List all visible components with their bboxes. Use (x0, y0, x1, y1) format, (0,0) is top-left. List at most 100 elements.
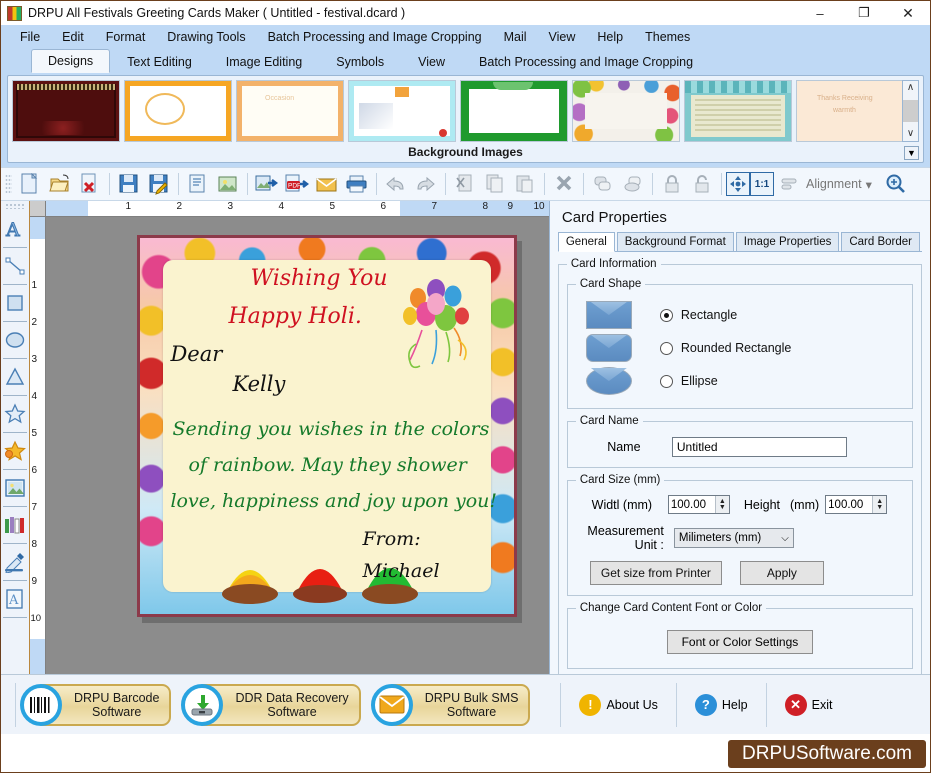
spin-down-icon[interactable]: ▼ (719, 504, 726, 511)
fit-page-icon[interactable] (726, 172, 750, 196)
card-line-recipient[interactable]: Kelly (232, 372, 285, 396)
exit-button[interactable]: ✕ Exit (775, 693, 843, 716)
shape-option-rounded-rectangle[interactable]: Rounded Rectangle (576, 334, 904, 362)
export-text-icon[interactable] (183, 170, 213, 198)
close-document-icon[interactable] (75, 170, 105, 198)
picture-tool-icon[interactable] (2, 470, 28, 506)
toolbar-grip[interactable] (5, 174, 12, 194)
font-or-color-settings-button[interactable]: Font or Color Settings (666, 630, 814, 654)
ellipse-tool-icon[interactable] (2, 322, 28, 358)
print-icon[interactable] (342, 170, 372, 198)
tab-card-border[interactable]: Card Border (841, 232, 920, 251)
tab-designs[interactable]: Designs (31, 49, 111, 73)
rectangle-tool-icon[interactable] (2, 285, 28, 321)
width-input[interactable] (668, 496, 715, 513)
scroll-up-icon[interactable]: ∧ (907, 81, 914, 95)
chevron-down-icon[interactable]: ▾ (864, 177, 874, 192)
barcode-tool-icon[interactable] (2, 507, 28, 543)
card-line-body2[interactable]: of rainbow. May they shower (188, 454, 466, 476)
tab-symbols[interactable]: Symbols (319, 50, 401, 73)
export-image-icon[interactable] (213, 170, 243, 198)
watermark-tool-icon[interactable]: A (2, 581, 28, 617)
spin-down-icon[interactable]: ▼ (876, 504, 883, 511)
actual-size-icon[interactable]: 1:1 (750, 172, 774, 196)
lock-icon[interactable] (657, 170, 687, 198)
thumbnail-green-frame[interactable] (460, 80, 568, 142)
measurement-unit-select[interactable]: Milimeters (mm) ⌵ (673, 528, 794, 548)
menu-edit[interactable]: Edit (51, 27, 95, 47)
gallery-collapse-button[interactable]: ▼ (904, 146, 919, 160)
width-stepper-arrows[interactable]: ▲ ▼ (714, 496, 729, 513)
width-stepper[interactable]: ▲ ▼ (667, 495, 730, 514)
export-picture-icon[interactable] (252, 170, 282, 198)
redo-icon[interactable] (411, 170, 441, 198)
tab-text-editing[interactable]: Text Editing (110, 50, 209, 73)
thumbnail-orange-floral[interactable] (124, 80, 232, 142)
export-pdf-icon[interactable]: PDF (282, 170, 312, 198)
get-size-from-printer-button[interactable]: Get size from Printer (589, 561, 722, 585)
apply-button[interactable]: Apply (739, 561, 824, 585)
star-tool-icon[interactable] (2, 396, 28, 432)
card-line-wishing[interactable]: Wishing You (250, 266, 387, 291)
text-tool-icon[interactable]: A (2, 211, 28, 247)
radio-rectangle[interactable] (659, 308, 673, 322)
save-icon[interactable] (114, 170, 144, 198)
tools-grip[interactable] (5, 203, 26, 209)
unlock-icon[interactable] (687, 170, 717, 198)
shape-option-ellipse[interactable]: Ellipse (576, 367, 904, 395)
tab-image-editing[interactable]: Image Editing (209, 50, 319, 73)
alignment-icon[interactable] (774, 170, 804, 198)
close-icon[interactable]: ✕ (886, 1, 930, 25)
zoom-icon[interactable] (880, 170, 910, 198)
thumbnail-cyan-card[interactable] (348, 80, 456, 142)
promo-ddr-data-recovery[interactable]: DDR Data Recovery Software (181, 683, 361, 726)
undo-icon[interactable] (381, 170, 411, 198)
cut-icon[interactable] (450, 170, 480, 198)
tab-batch-processing[interactable]: Batch Processing and Image Cropping (462, 50, 710, 73)
menu-view[interactable]: View (538, 27, 587, 47)
scroll-down-icon[interactable]: ∨ (907, 127, 914, 141)
tab-general[interactable]: General (557, 232, 615, 252)
design-canvas[interactable]: 1 2 3 4 5 6 7 8 9 10 1 2 3 4 5 6 7 8 9 1… (30, 201, 549, 674)
thumbnail-peach-border[interactable]: Occasion (236, 80, 344, 142)
card-line-from[interactable]: From: (362, 528, 420, 550)
paste-icon[interactable] (510, 170, 540, 198)
card-line-body3[interactable]: love, happiness and joy upon you! (170, 490, 497, 512)
thumbnail-floral-wreath[interactable] (572, 80, 680, 142)
card-line-body1[interactable]: Sending you wishes in the colors (172, 418, 489, 440)
open-folder-icon[interactable] (45, 170, 75, 198)
about-us-button[interactable]: ! About Us (569, 693, 667, 716)
thumbnail-dark-maroon[interactable] (12, 80, 120, 142)
radio-ellipse[interactable] (659, 374, 673, 388)
new-icon[interactable] (15, 170, 45, 198)
menu-format[interactable]: Format (95, 27, 157, 47)
card-line-holi[interactable]: Happy Holi. (228, 304, 361, 329)
menu-file[interactable]: File (9, 27, 51, 47)
save-as-icon[interactable] (144, 170, 174, 198)
menu-drawing-tools[interactable]: Drawing Tools (156, 27, 256, 47)
card-line-dear[interactable]: Dear (170, 342, 222, 366)
height-input[interactable] (826, 496, 873, 513)
menu-mail[interactable]: Mail (493, 27, 538, 47)
menu-themes[interactable]: Themes (634, 27, 701, 47)
bring-front-icon[interactable] (588, 170, 618, 198)
tab-view[interactable]: View (401, 50, 462, 73)
pen-tool-icon[interactable] (2, 544, 28, 580)
thumbnail-thanksgiving[interactable]: Thanks Receiving warmth (796, 80, 904, 142)
shape-option-rectangle[interactable]: Rectangle (576, 301, 904, 329)
card-name-input[interactable] (671, 437, 847, 457)
send-back-icon[interactable] (618, 170, 648, 198)
thumbnail-teal-pattern[interactable] (684, 80, 792, 142)
menu-batch-processing[interactable]: Batch Processing and Image Cropping (257, 27, 493, 47)
height-stepper-arrows[interactable]: ▲ ▼ (872, 496, 887, 513)
maximize-icon[interactable]: ❐ (842, 1, 886, 25)
height-stepper[interactable]: ▲ ▼ (825, 495, 888, 514)
minimize-icon[interactable]: – (798, 1, 842, 25)
menu-help[interactable]: Help (586, 27, 634, 47)
chevron-down-icon[interactable]: ⌵ (781, 533, 789, 544)
alignment-label[interactable]: Alignment (804, 177, 864, 191)
shape-star-color-icon[interactable] (2, 433, 28, 469)
help-button[interactable]: ? Help (685, 693, 758, 716)
greeting-card[interactable]: Wishing You Happy Holi. Dear Kelly Sendi… (137, 235, 518, 617)
gallery-scrollbar[interactable]: ∧ ∨ (902, 80, 919, 142)
